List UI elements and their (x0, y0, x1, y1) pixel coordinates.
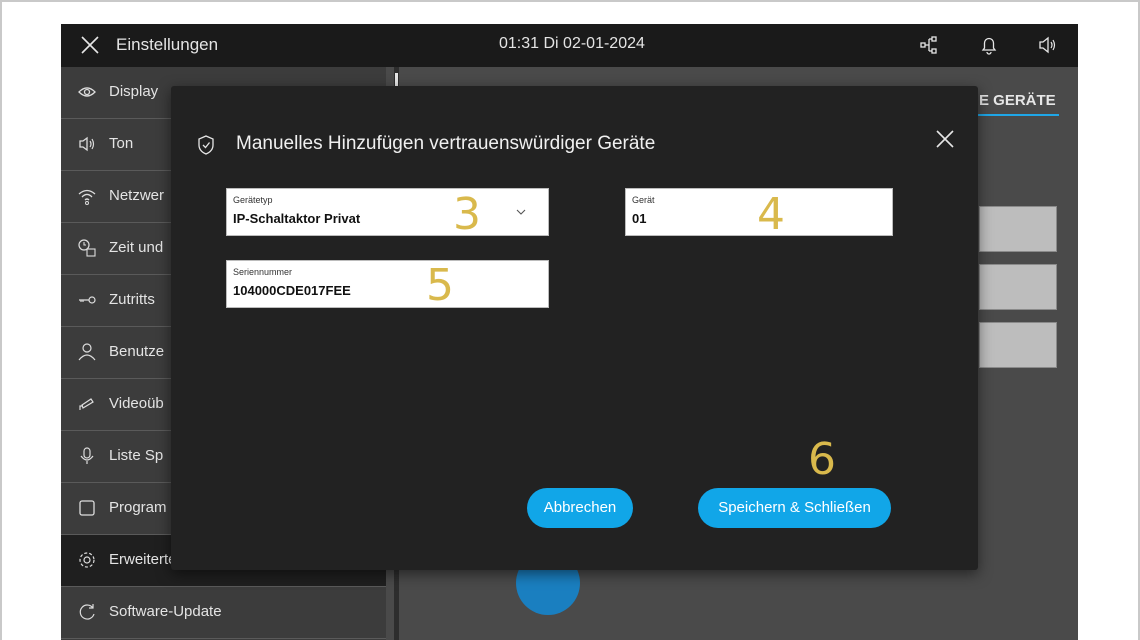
save-and-close-button[interactable]: Speichern & Schließen (698, 488, 891, 528)
key-icon (79, 296, 96, 304)
device-type-select[interactable]: Gerätetyp IP-Schaltaktor Privat (226, 188, 549, 236)
camera-icon (79, 398, 94, 410)
background-list-item[interactable] (979, 206, 1057, 252)
chevron-down-icon[interactable] (516, 209, 526, 215)
annotation-number-4: 4 (757, 189, 785, 240)
sidebar-item-software-update[interactable]: Software-Update (61, 587, 386, 639)
tab-underline (966, 114, 1059, 116)
dialog-title: Manuelles Hinzufügen vertrauenswürdiger … (236, 133, 656, 154)
sidebar-item-label: Zutritts (109, 291, 155, 308)
serial-number-value: 104000CDE017FEE (233, 283, 351, 298)
annotation-number-5: 5 (426, 260, 454, 311)
square-icon (79, 500, 95, 516)
background-list-item[interactable] (979, 264, 1057, 310)
sidebar-item-label: Benutze (109, 343, 165, 360)
device-value: 01 (632, 211, 647, 226)
microphone-icon (80, 447, 94, 464)
sidebar-item-label: Program (109, 499, 167, 516)
sidebar-item-label: Netzwer (109, 187, 165, 204)
sidebar-item-label: Liste Sp (109, 447, 164, 464)
datetime: 01:31 Di 02-01-2024 (499, 35, 645, 52)
background-list-item[interactable] (979, 322, 1057, 368)
device-type-label: Gerätetyp (233, 195, 273, 205)
shield-icon (198, 135, 214, 155)
speaker-icon[interactable] (1036, 34, 1058, 56)
refresh-icon (79, 604, 95, 620)
close-icon[interactable] (79, 34, 101, 56)
top-bar: Einstellungen 01:31 Di 02-01-2024 (61, 24, 1078, 67)
bell-icon[interactable] (978, 34, 1000, 56)
cancel-button[interactable]: Abbrechen (527, 488, 633, 528)
sidebar-item-label: Software-Update (109, 603, 222, 620)
scrollbar-thumb[interactable] (395, 73, 398, 87)
gear-icon (79, 552, 95, 568)
wifi-icon (78, 189, 96, 205)
device-screen: Einstellungen 01:31 Di 02-01-2024 Displa… (61, 24, 1078, 640)
sidebar-item-label: Display (109, 83, 159, 100)
device-label: Gerät (632, 195, 655, 205)
user-icon (78, 343, 96, 361)
serial-number-label: Seriennummer (233, 267, 293, 277)
clock-calendar-icon (78, 239, 96, 257)
close-icon[interactable] (934, 128, 956, 150)
annotation-number-6: 6 (808, 434, 836, 485)
device-type-value: IP-Schaltaktor Privat (233, 211, 361, 226)
add-trusted-device-dialog: Manuelles Hinzufügen vertrauenswürdiger … (171, 86, 978, 570)
tab-trusted-devices[interactable]: E GERÄTE (979, 92, 1056, 109)
annotation-number-3: 3 (453, 189, 481, 240)
sidebar-item-label: Videoüb (109, 395, 164, 412)
sidebar-item-label: Zeit und (109, 239, 164, 256)
page-title: Einstellungen (116, 35, 219, 54)
speaker-icon (79, 136, 95, 152)
sidebar-item-label: Ton (109, 135, 134, 152)
eye-icon (78, 87, 96, 97)
serial-number-field[interactable]: Seriennummer 104000CDE017FEE (226, 260, 549, 308)
network-topology-icon[interactable] (918, 34, 940, 56)
